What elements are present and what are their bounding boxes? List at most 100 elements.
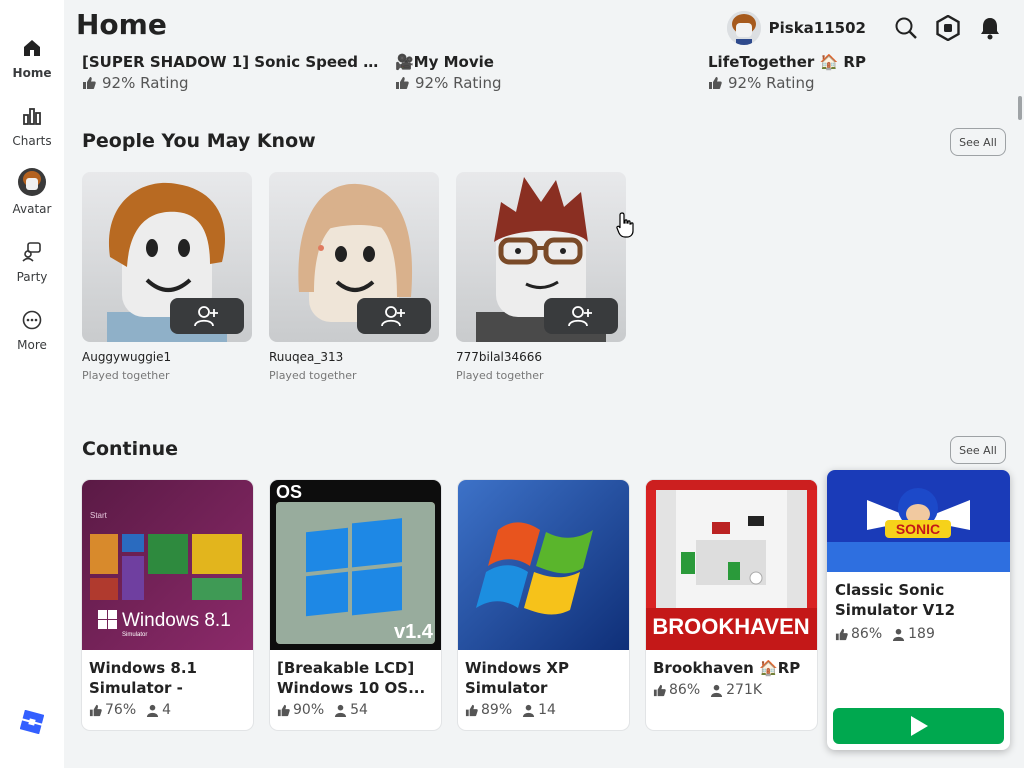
top-game-rating: 92% Rating <box>82 74 382 92</box>
people-section-title: People You May Know <box>82 130 316 152</box>
game-players: 189 <box>908 626 935 642</box>
roblox-logo-icon[interactable] <box>19 709 45 738</box>
top-game-item[interactable]: 🎥My Movie 92% Rating <box>395 53 501 92</box>
nav-item-charts[interactable]: Charts <box>0 104 64 148</box>
home-icon <box>20 36 44 60</box>
thumb-sub-text: v1.4 <box>394 621 434 643</box>
players-icon <box>335 704 347 717</box>
people-see-all-button[interactable]: See All <box>950 128 1006 156</box>
game-rating: 89% <box>481 702 513 718</box>
game-rating: 90% <box>293 702 325 718</box>
game-rating: 86% <box>669 682 701 698</box>
game-players: 14 <box>538 702 556 718</box>
game-title: Windows XP Simulator <box>465 659 569 697</box>
game-thumbnail: SONIC <box>827 470 1010 572</box>
more-icon <box>20 308 44 332</box>
thumb-sub-text: Simulator <box>122 632 147 638</box>
nav-label-charts: Charts <box>12 134 52 148</box>
friend-name[interactable]: Ruuqea_313 <box>269 350 439 364</box>
game-rating: 86% <box>851 626 883 642</box>
friend-subtitle: Played together <box>82 369 170 382</box>
friend-avatar[interactable] <box>269 172 439 342</box>
thumb-title-text: Windows 8.1 <box>122 610 231 631</box>
game-thumbnail <box>458 480 629 650</box>
continue-section-title: Continue <box>82 438 179 460</box>
game-stats: 90% 54 <box>270 698 441 718</box>
game-card[interactable]: Windows XP Simulator 89% 14 <box>458 480 629 730</box>
nav-label-more: More <box>17 338 47 352</box>
add-friend-button[interactable] <box>170 298 244 334</box>
game-stats: 76% 4 <box>82 698 253 718</box>
friend-avatar[interactable] <box>456 172 626 342</box>
add-friend-button[interactable] <box>357 298 431 334</box>
search-icon[interactable] <box>892 14 920 42</box>
friend-card[interactable]: Ruuqea_313 Played together <box>269 172 439 382</box>
top-game-rating-text: 92% Rating <box>415 74 502 92</box>
nav-item-avatar[interactable]: Avatar <box>0 168 64 216</box>
add-friend-button[interactable] <box>544 298 618 334</box>
game-rating: 76% <box>105 702 137 718</box>
scrollbar-thumb[interactable] <box>1018 96 1022 120</box>
notifications-bell-icon[interactable] <box>976 14 1004 42</box>
user-avatar[interactable] <box>726 11 761 45</box>
game-thumbnail: BROOKHAVEN <box>646 480 817 650</box>
players-icon <box>893 628 905 641</box>
friend-subtitle: Played together <box>456 369 544 382</box>
friend-name[interactable]: Auggywuggie1 <box>82 350 252 364</box>
thumbs-up-icon <box>83 77 96 89</box>
thumb-title-text: SONIC <box>896 521 940 537</box>
top-game-rating: 92% Rating <box>395 74 501 92</box>
page-title: Home <box>76 8 167 41</box>
add-friend-icon <box>568 306 592 327</box>
avatar-icon <box>18 168 46 196</box>
nav-item-more[interactable]: More <box>0 308 64 352</box>
friend-card[interactable]: 777bilal34666 Played together <box>456 172 626 382</box>
game-card[interactable]: BROOKHAVEN Brookhaven 🏠RP 86% 271K <box>646 480 817 730</box>
thumbs-up-icon <box>835 628 848 640</box>
nav-label-home: Home <box>12 66 52 80</box>
add-friend-icon <box>194 306 218 327</box>
friend-card[interactable]: Auggywuggie1 Played together <box>82 172 252 382</box>
friend-avatar[interactable] <box>82 172 252 342</box>
top-game-title: 🎥My Movie <box>395 53 494 71</box>
game-thumbnail: OS v1.4 <box>270 480 441 650</box>
game-card-hovered[interactable]: SONIC Classic Sonic Simulator V12 86% 18… <box>827 470 1010 750</box>
players-icon <box>147 704 159 717</box>
top-game-rating-text: 92% Rating <box>728 74 815 92</box>
charts-icon <box>20 104 44 128</box>
thumbs-up-icon <box>89 704 102 716</box>
thumbs-up-icon <box>465 704 478 716</box>
thumb-title-text: BROOKHAVEN <box>652 614 809 639</box>
add-friend-icon <box>381 306 405 327</box>
top-game-title: [SUPER SHADOW 1] Sonic Speed Sim... <box>82 53 382 71</box>
top-game-rating-text: 92% Rating <box>102 74 189 92</box>
game-card[interactable]: OS v1.4 [Breakable LCD] Windows 10 OS...… <box>270 480 441 730</box>
thumb-title-text: OS <box>276 482 302 502</box>
top-game-title: LifeTogether 🏠 RP <box>708 53 866 71</box>
thumb-start-text: Start <box>90 511 108 520</box>
nav-item-home[interactable]: Home <box>0 36 64 80</box>
top-game-item[interactable]: LifeTogether 🏠 RP 92% Rating <box>708 53 866 92</box>
continue-see-all-button[interactable]: See All <box>950 436 1006 464</box>
robux-icon[interactable] <box>934 14 962 42</box>
top-game-item[interactable]: [SUPER SHADOW 1] Sonic Speed Sim... 92% … <box>82 53 382 92</box>
game-title: Brookhaven 🏠RP <box>653 659 801 677</box>
game-players: 54 <box>350 702 368 718</box>
hand-cursor-icon <box>616 212 636 242</box>
game-stats: 86% 271K <box>646 678 817 698</box>
game-title: Classic Sonic Simulator V12 <box>835 581 956 619</box>
game-players: 4 <box>162 702 172 718</box>
game-title: [Breakable LCD] Windows 10 OS... <box>277 659 426 697</box>
game-card[interactable]: Start Windows 8.1 Simulator Windows 8.1 … <box>82 480 253 730</box>
header-right: Piska11502 <box>726 10 1004 46</box>
top-game-rating: 92% Rating <box>708 74 866 92</box>
username[interactable]: Piska11502 <box>769 19 866 37</box>
game-stats: 89% 14 <box>458 698 629 718</box>
friend-name[interactable]: 777bilal34666 <box>456 350 626 364</box>
play-button[interactable] <box>833 708 1004 744</box>
play-icon <box>910 716 928 736</box>
game-title: Windows 8.1 Simulator - Classic <box>89 659 197 697</box>
thumbs-up-icon <box>709 77 722 89</box>
nav-label-party: Party <box>16 270 48 284</box>
nav-item-party[interactable]: Party <box>0 240 64 284</box>
